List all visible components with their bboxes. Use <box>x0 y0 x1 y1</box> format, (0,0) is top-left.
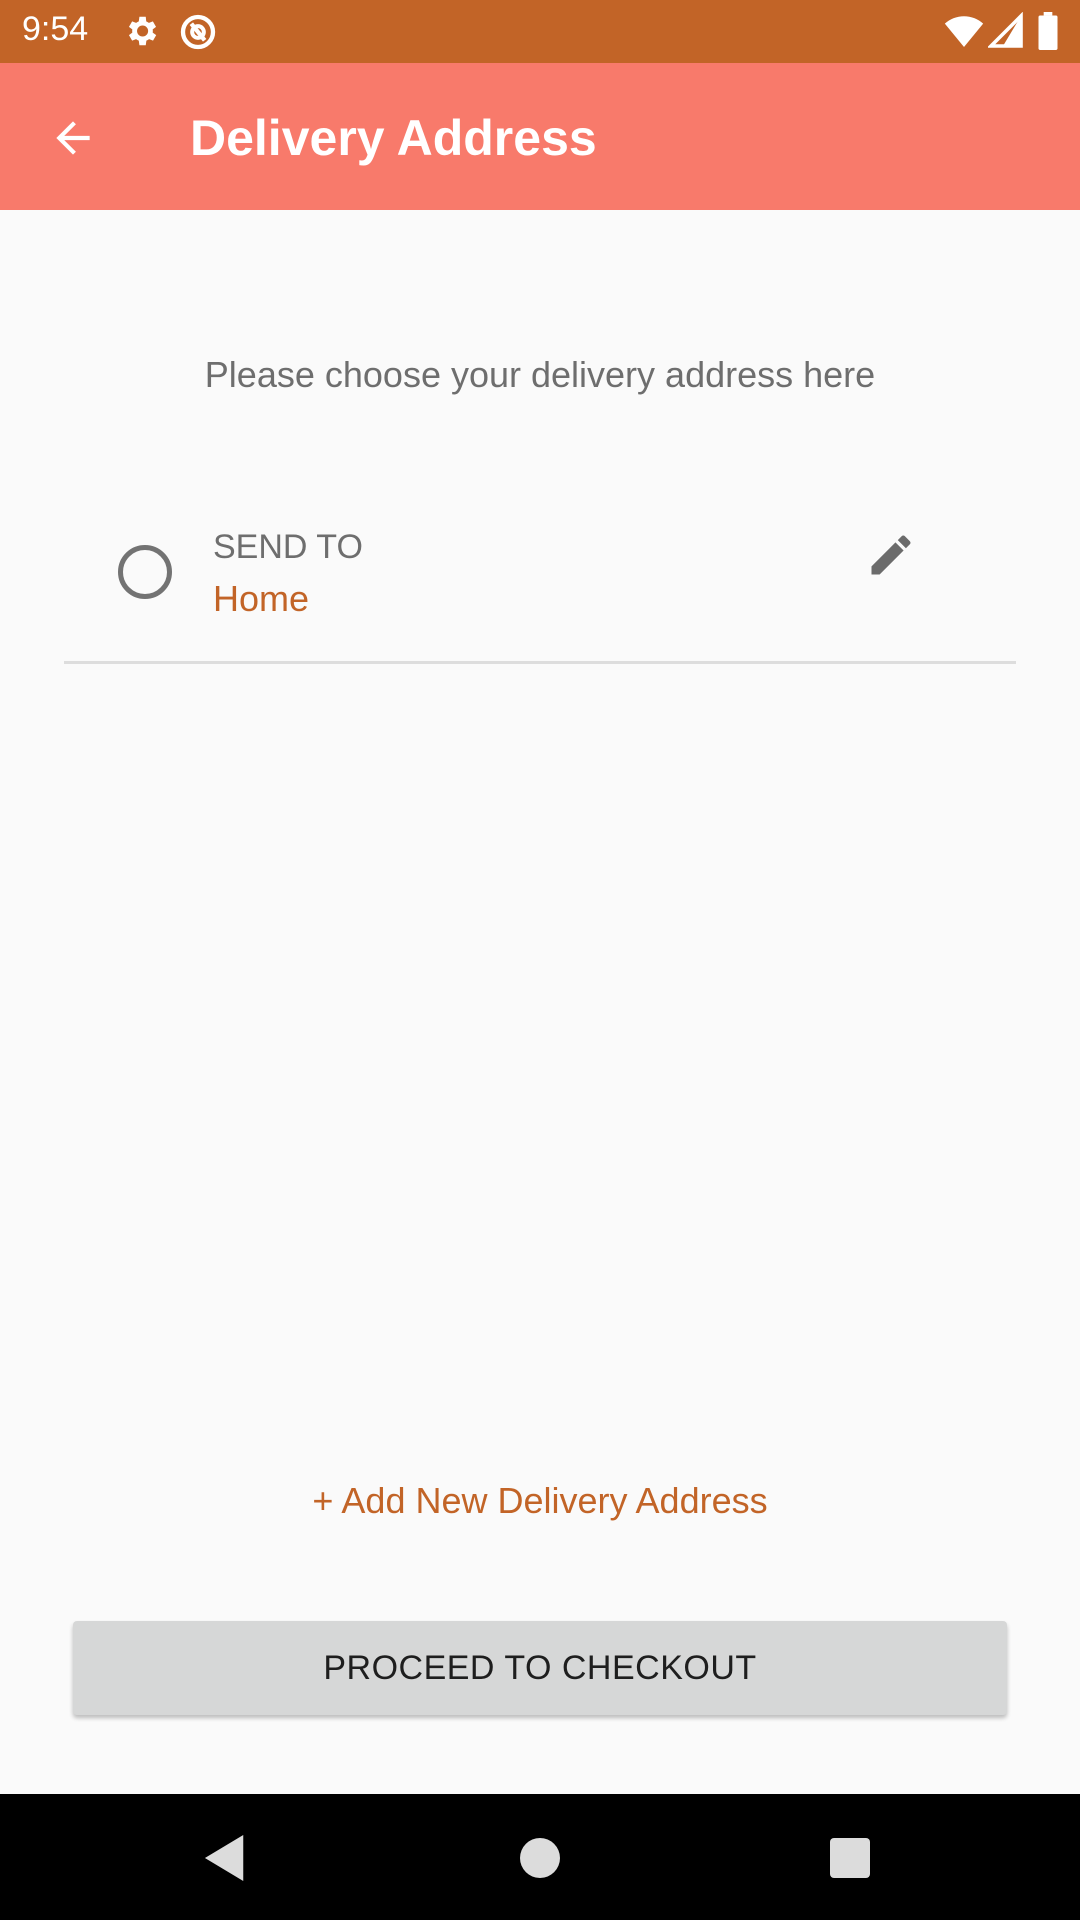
page-title: Delivery Address <box>190 110 597 166</box>
back-triangle-icon <box>204 1835 244 1881</box>
status-time: 9:54 <box>22 10 89 48</box>
arrow-back-icon <box>56 121 90 155</box>
recents-square-icon <box>830 1838 870 1878</box>
home-circle-icon <box>520 1838 560 1878</box>
battery-icon <box>1036 12 1060 55</box>
edit-address-button[interactable] <box>860 524 922 586</box>
nav-home-button[interactable] <box>510 1828 570 1888</box>
app-notification-icon <box>178 12 218 57</box>
proceed-to-checkout-button[interactable]: PROCEED TO CHECKOUT <box>73 1621 1007 1715</box>
nav-back-button[interactable] <box>196 1828 256 1888</box>
system-nav-bar <box>0 1794 1080 1920</box>
address-list-item[interactable]: SEND TO Home <box>64 500 1016 664</box>
pencil-icon <box>871 535 911 575</box>
address-label: SEND TO <box>213 528 363 566</box>
add-new-address-link[interactable]: + Add New Delivery Address <box>0 1480 1080 1522</box>
signal-icon <box>986 11 1024 55</box>
instruction-text: Please choose your delivery address here <box>204 354 876 395</box>
nav-recents-button[interactable] <box>820 1828 880 1888</box>
settings-icon <box>122 12 160 55</box>
app-bar: Delivery Address <box>0 63 1080 210</box>
back-button[interactable] <box>36 101 110 175</box>
wifi-icon <box>944 12 984 57</box>
address-radio-button[interactable] <box>118 545 172 599</box>
address-name: Home <box>213 578 310 619</box>
status-bar: 9:54 <box>0 0 1080 63</box>
